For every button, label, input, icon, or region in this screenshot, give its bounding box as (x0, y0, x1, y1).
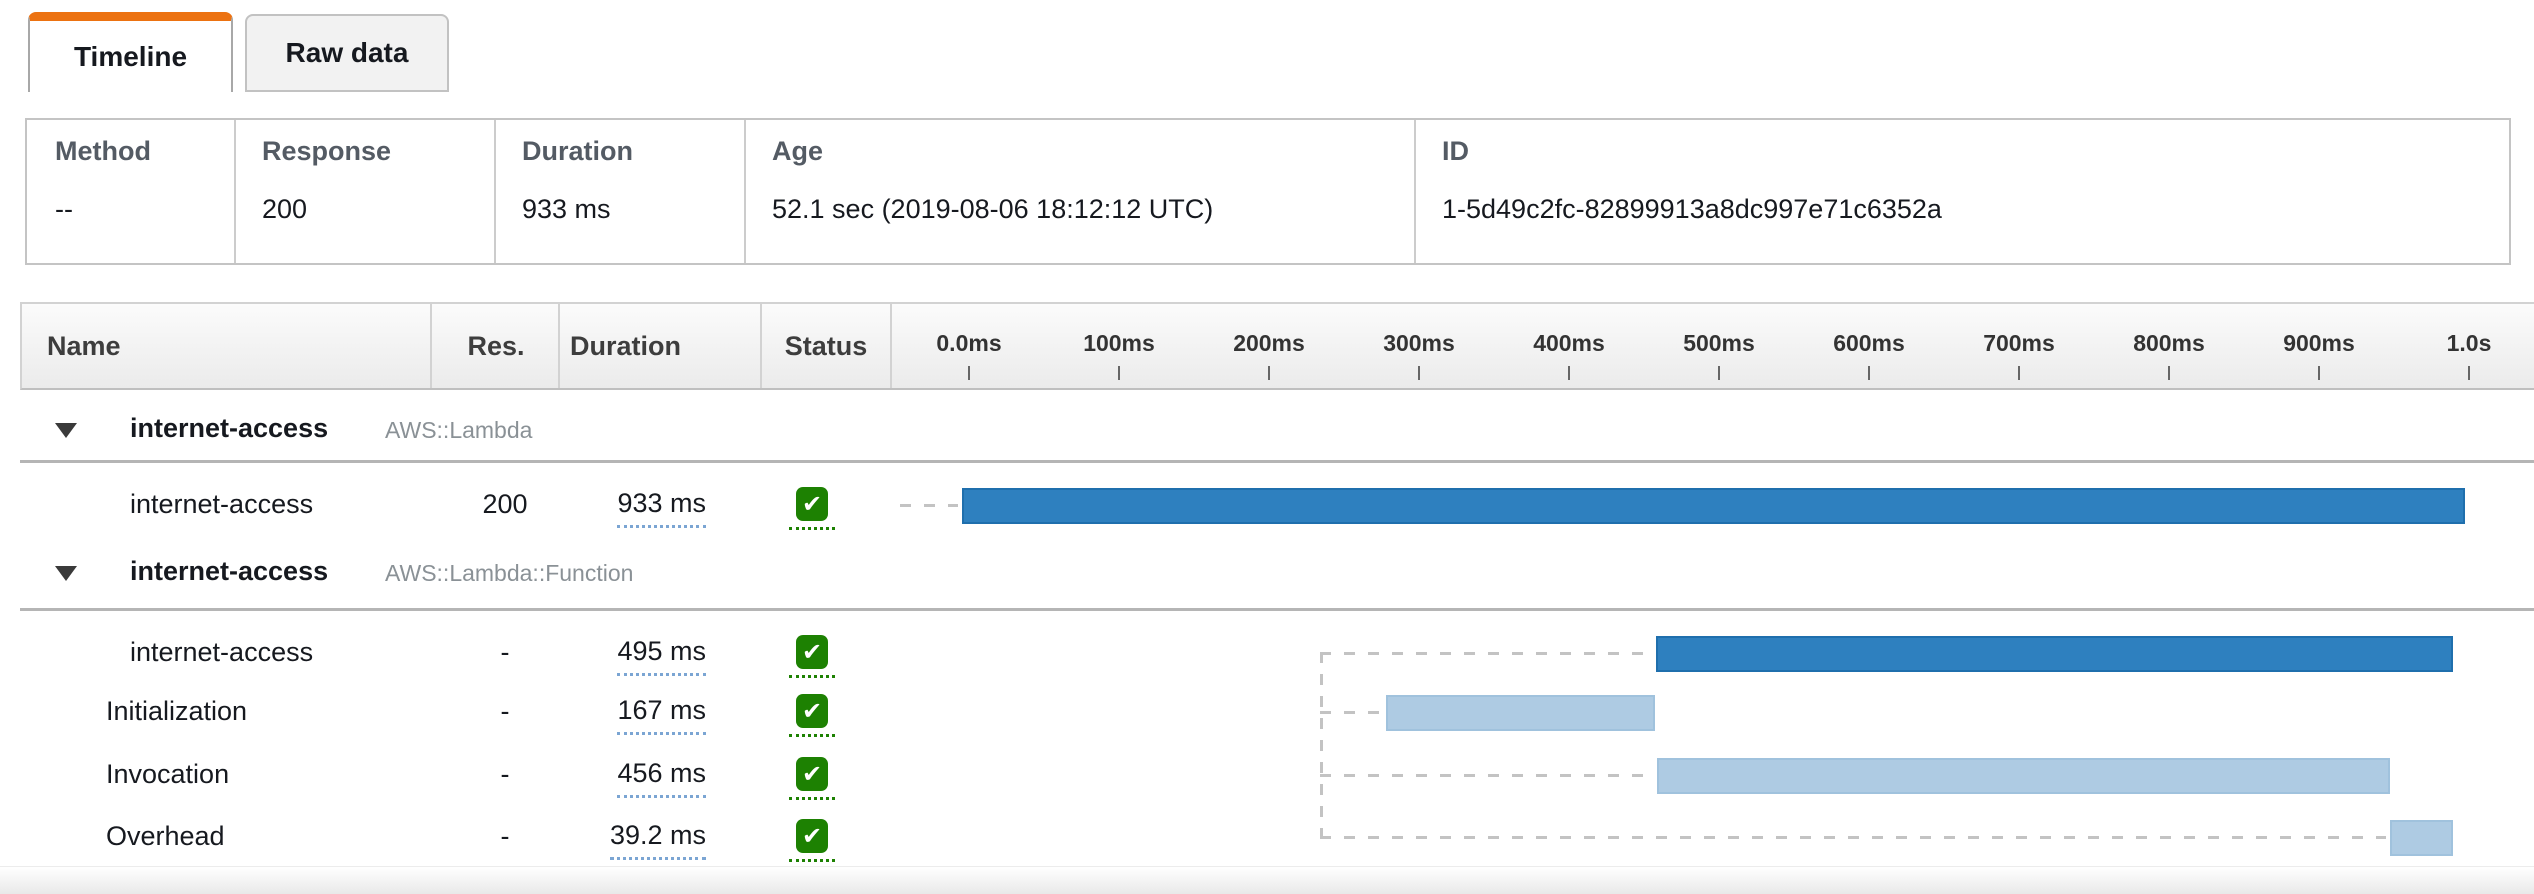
group-row-service-type: AWS::Lambda::Function (385, 560, 634, 586)
summary-id: ID 1-5d49c2fc-82899913a8dc997e71c6352a (1414, 120, 2511, 263)
tab-timeline-label: Timeline (73, 40, 188, 72)
axis-tick-label: 1.0s (2446, 330, 2492, 356)
axis-tick-mark (1268, 366, 1270, 380)
collapse-triangle-icon[interactable] (55, 566, 77, 581)
row-duration: 167 ms (530, 695, 706, 735)
row-duration-value[interactable]: 167 ms (617, 695, 706, 735)
timeline-bar[interactable] (1386, 695, 1655, 731)
status-ok-icon[interactable]: ✔ (796, 819, 828, 853)
status-ok-icon[interactable]: ✔ (796, 694, 828, 728)
column-separator (558, 304, 560, 388)
axis-tick-label: 400ms (1533, 330, 1605, 356)
tab-timeline[interactable]: Timeline (28, 12, 233, 92)
trace-table-header: Name Res. Duration Status 0.0ms 100ms 200m… (20, 302, 2534, 390)
axis-tick-label: 700ms (1983, 330, 2055, 356)
trace-summary-panel: Method -- Response 200 Duration 933 ms A… (25, 118, 2511, 265)
status-ok-underline (789, 734, 835, 737)
axis-tick-mark (1568, 366, 1570, 380)
row-duration-value[interactable]: 456 ms (617, 758, 706, 798)
axis-tick-label: 0.0ms (936, 330, 1002, 356)
summary-response-value: 200 (262, 194, 308, 224)
summary-age: Age 52.1 sec (2019-08-06 18:12:12 UTC) (744, 120, 1414, 263)
column-header-res: Res. (467, 330, 525, 361)
row-name: Overhead (106, 821, 225, 851)
summary-age-label: Age (772, 136, 824, 166)
column-separator (890, 304, 892, 388)
status-ok-icon[interactable]: ✔ (796, 635, 828, 669)
axis-tick-mark (2168, 366, 2170, 380)
summary-duration-value: 933 ms (522, 194, 611, 224)
axis-tick-mark (968, 366, 970, 380)
timeline-lead-dash (1320, 774, 1653, 777)
summary-method-value: -- (55, 194, 73, 224)
axis-tick-label: 500ms (1683, 330, 1755, 356)
group-row-name: internet-access (130, 556, 329, 586)
axis-tick-mark (2318, 366, 2320, 380)
row-duration: 456 ms (530, 758, 706, 798)
column-header-status: Status (784, 330, 868, 361)
axis-tick-mark (2468, 366, 2470, 380)
timeline-lead-dash (900, 504, 958, 507)
collapse-triangle-icon[interactable] (55, 423, 77, 438)
axis-tick-label: 100ms (1083, 330, 1155, 356)
row-name: internet-access (130, 637, 314, 667)
axis-tick-label: 800ms (2133, 330, 2205, 356)
status-ok-underline (789, 675, 835, 678)
table-row[interactable] (20, 682, 2534, 744)
group-row-name: internet-access (130, 413, 329, 443)
tab-raw-data[interactable]: Raw data (245, 14, 449, 92)
summary-method: Method -- (27, 120, 234, 263)
axis-tick-mark (2018, 366, 2020, 380)
timeline-bar[interactable] (1656, 636, 2453, 672)
timeline-lead-dash (1320, 836, 2386, 839)
axis-tick-mark (1718, 366, 1720, 380)
row-name: Initialization (106, 696, 248, 726)
xray-trace-panel: Timeline Raw data Method -- Response 200… (0, 0, 2534, 894)
bottom-fade (0, 866, 2534, 894)
row-duration-value[interactable]: 933 ms (617, 488, 706, 528)
summary-duration: Duration 933 ms (494, 120, 744, 263)
timeline-bar[interactable] (2390, 820, 2453, 856)
axis-tick-mark (1418, 366, 1420, 380)
group-divider (20, 460, 2534, 463)
summary-response-label: Response (262, 136, 392, 166)
row-duration-value[interactable]: 495 ms (617, 636, 706, 676)
axis-tick-label: 300ms (1383, 330, 1455, 356)
column-header-duration: Duration (570, 330, 681, 361)
status-ok-underline (789, 797, 835, 800)
timeline-lead-dash (1320, 652, 1652, 655)
status-ok-underline (789, 859, 835, 862)
summary-age-value: 52.1 sec (2019-08-06 18:12:12 UTC) (772, 194, 1214, 224)
summary-duration-label: Duration (522, 136, 633, 166)
status-ok-icon[interactable]: ✔ (796, 757, 828, 791)
row-duration: 39.2 ms (530, 820, 706, 860)
group-divider (20, 608, 2534, 611)
subsegment-bracket-line (1320, 652, 1323, 840)
row-duration-value[interactable]: 39.2 ms (609, 820, 706, 860)
summary-id-label: ID (1442, 136, 1469, 166)
timeline-bar[interactable] (962, 488, 2465, 524)
axis-tick-label: 900ms (2283, 330, 2355, 356)
row-duration: 495 ms (530, 636, 706, 676)
timeline-lead-dash (1320, 711, 1381, 714)
summary-id-value: 1-5d49c2fc-82899913a8dc997e71c6352a (1442, 194, 1942, 224)
axis-tick-label: 200ms (1233, 330, 1305, 356)
summary-method-label: Method (55, 136, 151, 166)
axis-tick-label: 600ms (1833, 330, 1905, 356)
timeline-bar[interactable] (1657, 758, 2390, 794)
column-header-name: Name (47, 330, 121, 361)
axis-tick-mark (1868, 366, 1870, 380)
summary-response: Response 200 (234, 120, 494, 263)
row-name: internet-access (130, 489, 314, 519)
status-ok-icon[interactable]: ✔ (796, 487, 828, 521)
group-row-service-type: AWS::Lambda (385, 417, 533, 443)
tab-raw-data-label: Raw data (285, 37, 409, 68)
row-name: Invocation (106, 759, 230, 789)
row-duration: 933 ms (530, 488, 706, 528)
axis-tick-mark (1118, 366, 1120, 380)
status-ok-underline (789, 527, 835, 530)
